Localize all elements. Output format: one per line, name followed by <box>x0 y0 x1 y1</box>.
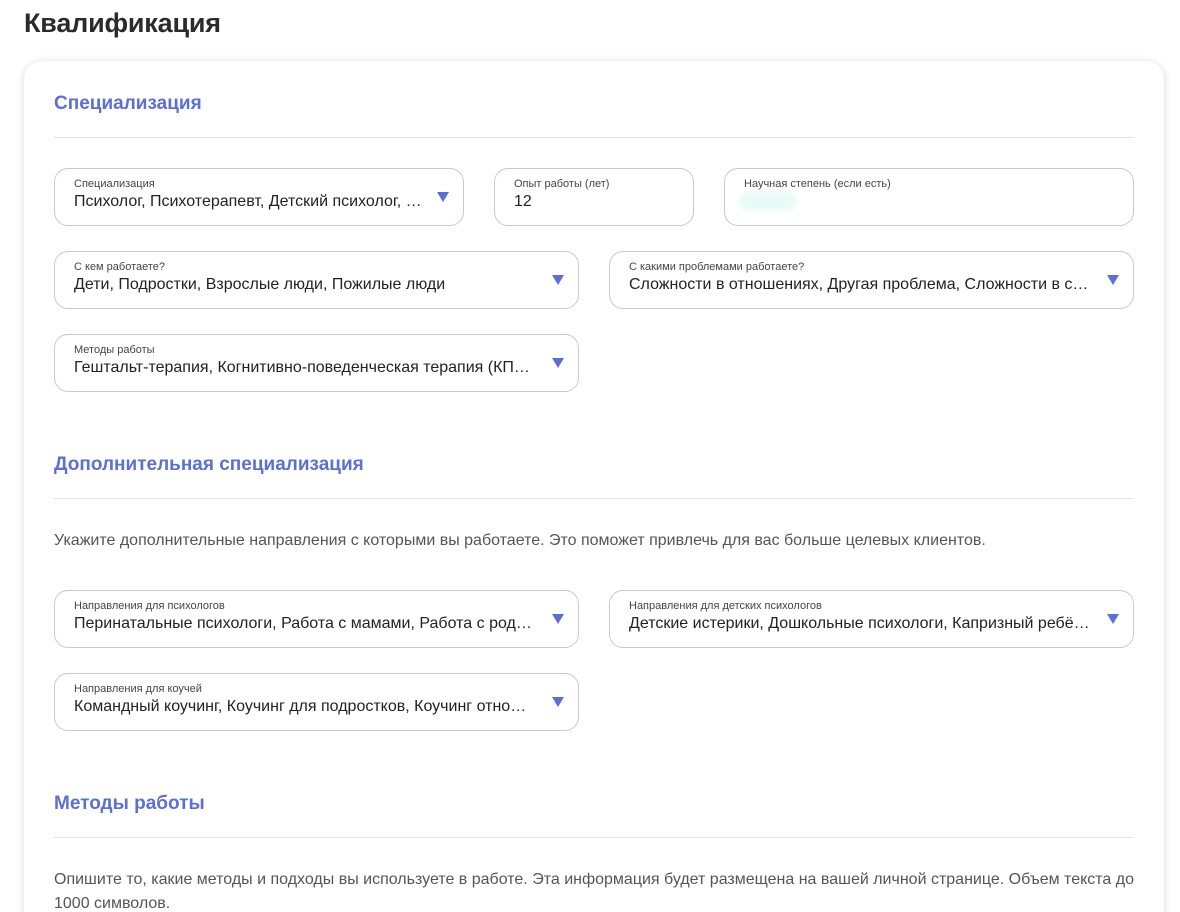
field-value: Перинатальные психологи, Работа с мамами… <box>74 615 538 632</box>
section-description: Опишите то, какие методы и подходы вы ис… <box>54 871 1134 912</box>
field-label: Специализация <box>74 178 155 190</box>
degree-field[interactable]: Научная степень (если есть) <box>724 168 1134 226</box>
psychologists-directions-select[interactable]: Направления для психологов Перинатальные… <box>54 590 579 648</box>
field-value: Гештальт-терапия, Когнитивно-поведенческ… <box>74 359 538 376</box>
section-title-specialization: Специализация <box>54 93 202 114</box>
problems-select[interactable]: С какими проблемами работаете? Сложности… <box>609 251 1134 309</box>
experience-field[interactable]: Опыт работы (лет) 12 <box>494 168 694 226</box>
field-label: Опыт работы (лет) <box>514 178 610 190</box>
section-title-work-methods: Методы работы <box>54 793 205 814</box>
field-label: Методы работы <box>74 344 155 356</box>
field-label: Научная степень (если есть) <box>744 178 891 190</box>
specialization-select[interactable]: Специализация Психолог, Психотерапевт, Д… <box>54 168 464 226</box>
page-title: Квалификация <box>24 8 221 38</box>
triangle-down-icon <box>552 614 564 624</box>
child-psychologists-directions-select[interactable]: Направления для детских психологов Детск… <box>609 590 1134 648</box>
divider <box>54 498 1134 499</box>
field-label: С кем работаете? <box>74 261 166 273</box>
field-value: Командный коучинг, Коучинг для подростко… <box>74 698 538 715</box>
divider <box>54 837 1134 838</box>
triangle-down-icon <box>437 192 449 202</box>
field-value: Дети, Подростки, Взрослые люди, Пожилые … <box>74 276 446 293</box>
section-description: Укажите дополнительные направления с кот… <box>54 532 986 549</box>
triangle-down-icon <box>1107 614 1119 624</box>
field-label: Направления для коучей <box>74 683 202 695</box>
triangle-down-icon <box>552 358 564 368</box>
field-value: 12 <box>514 193 532 210</box>
divider <box>54 137 1134 138</box>
triangle-down-icon <box>552 275 564 285</box>
coaches-directions-select[interactable]: Направления для коучей Командный коучинг… <box>54 673 579 731</box>
field-value: Сложности в отношениях, Другая проблема,… <box>629 276 1093 293</box>
field-label: Направления для детских психологов <box>629 600 822 612</box>
methods-select[interactable]: Методы работы Гештальт-терапия, Когнитив… <box>54 334 579 392</box>
field-value: Психолог, Психотерапевт, Детский психоло… <box>74 193 423 210</box>
empty-value-placeholder <box>739 192 797 210</box>
field-label: Направления для психологов <box>74 600 225 612</box>
clients-select[interactable]: С кем работаете? Дети, Подростки, Взросл… <box>54 251 579 309</box>
field-value: Детские истерики, Дошкольные психологи, … <box>629 615 1093 632</box>
triangle-down-icon <box>1107 275 1119 285</box>
field-label: С какими проблемами работаете? <box>629 261 805 273</box>
triangle-down-icon <box>552 697 564 707</box>
section-title-additional: Дополнительная специализация <box>54 454 364 475</box>
